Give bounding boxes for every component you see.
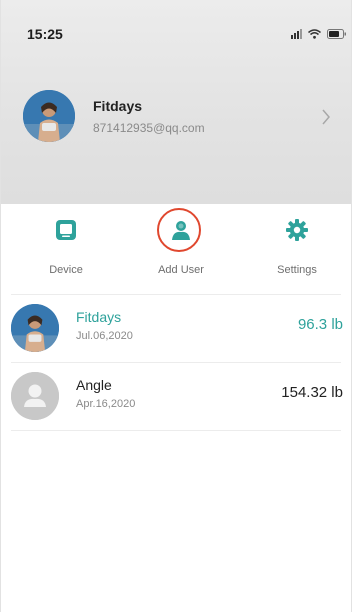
battery-icon: [327, 29, 347, 39]
profile-header: 15:25 Fitdays 871412935@qq.com: [1, 0, 351, 204]
default-avatar-icon: [11, 372, 59, 420]
user-weight: 96.3 lb: [297, 316, 343, 333]
action-menu: Device Add User Settings: [1, 204, 351, 292]
user-avatar: [11, 304, 59, 352]
user-row[interactable]: Fitdays Jul.06,2020 96.3 lb: [1, 296, 351, 360]
app-screen: 15:25 Fitdays 871412935@qq.com Device Ad…: [0, 0, 352, 612]
settings-icon: [286, 219, 308, 241]
profile-name: Fitdays: [93, 98, 143, 114]
settings-label: Settings: [277, 264, 317, 276]
profile-email: 871412935@qq.com: [93, 121, 205, 135]
divider: [11, 362, 341, 363]
device-icon: [56, 220, 76, 240]
profile-card[interactable]: Fitdays 871412935@qq.com: [23, 90, 333, 144]
add-user-icon: [172, 221, 190, 240]
signal-icon: [291, 29, 302, 39]
user-weight: 154.32 lb: [281, 384, 343, 401]
status-icons: [291, 29, 347, 39]
divider: [11, 430, 341, 431]
chevron-right-icon[interactable]: [321, 109, 331, 125]
divider: [11, 294, 341, 295]
user-name: Fitdays: [76, 309, 122, 325]
profile-avatar: [23, 90, 75, 142]
add-user-label: Add User: [158, 264, 204, 276]
device-button[interactable]: Device: [16, 204, 116, 292]
settings-button[interactable]: Settings: [247, 204, 347, 292]
wifi-icon: [308, 29, 321, 39]
status-time: 15:25: [27, 26, 63, 42]
user-row[interactable]: Angle Apr.16,2020 154.32 lb: [1, 364, 351, 428]
add-user-button[interactable]: Add User: [131, 204, 231, 292]
user-name: Angle: [76, 377, 112, 393]
user-date: Jul.06,2020: [76, 330, 133, 342]
device-label: Device: [49, 264, 83, 276]
user-date: Apr.16,2020: [76, 398, 136, 410]
